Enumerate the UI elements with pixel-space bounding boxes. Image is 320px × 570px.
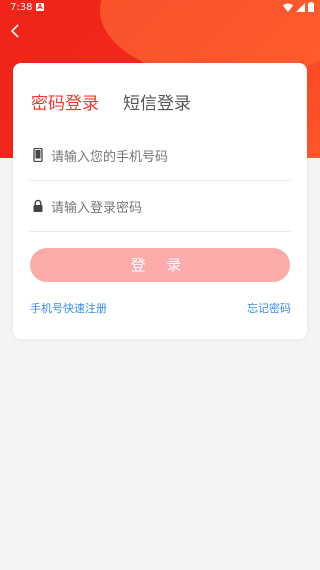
login-button[interactable]: 登 录: [30, 248, 290, 282]
battery-icon: [308, 2, 314, 12]
status-icons: [282, 2, 314, 15]
password-field[interactable]: 请输入登录密码: [29, 181, 291, 232]
back-button[interactable]: [8, 22, 24, 40]
password-input[interactable]: 请输入登录密码: [51, 197, 142, 216]
forgot-password-link[interactable]: 忘记密码: [247, 300, 291, 316]
login-card: 密码登录 短信登录 请输入您的手机号码 请输入登录密码 登 录 手机号快速注册 …: [13, 63, 307, 339]
quick-register-link[interactable]: 手机号快速注册: [30, 300, 107, 316]
wifi-icon: [282, 3, 293, 12]
phone-input[interactable]: 请输入您的手机号码: [51, 146, 168, 165]
chevron-left-icon: [10, 24, 19, 38]
phone-icon: [33, 148, 43, 162]
notification-icon: A: [36, 3, 44, 11]
tab-password-login[interactable]: 密码登录: [31, 89, 99, 114]
signal-icon: [295, 3, 305, 12]
status-bar: 7:38 A: [0, 0, 320, 16]
lock-icon: [33, 199, 43, 212]
status-time: 7:38: [10, 2, 33, 13]
tab-sms-login[interactable]: 短信登录: [123, 89, 191, 114]
phone-field[interactable]: 请输入您的手机号码: [29, 130, 291, 181]
